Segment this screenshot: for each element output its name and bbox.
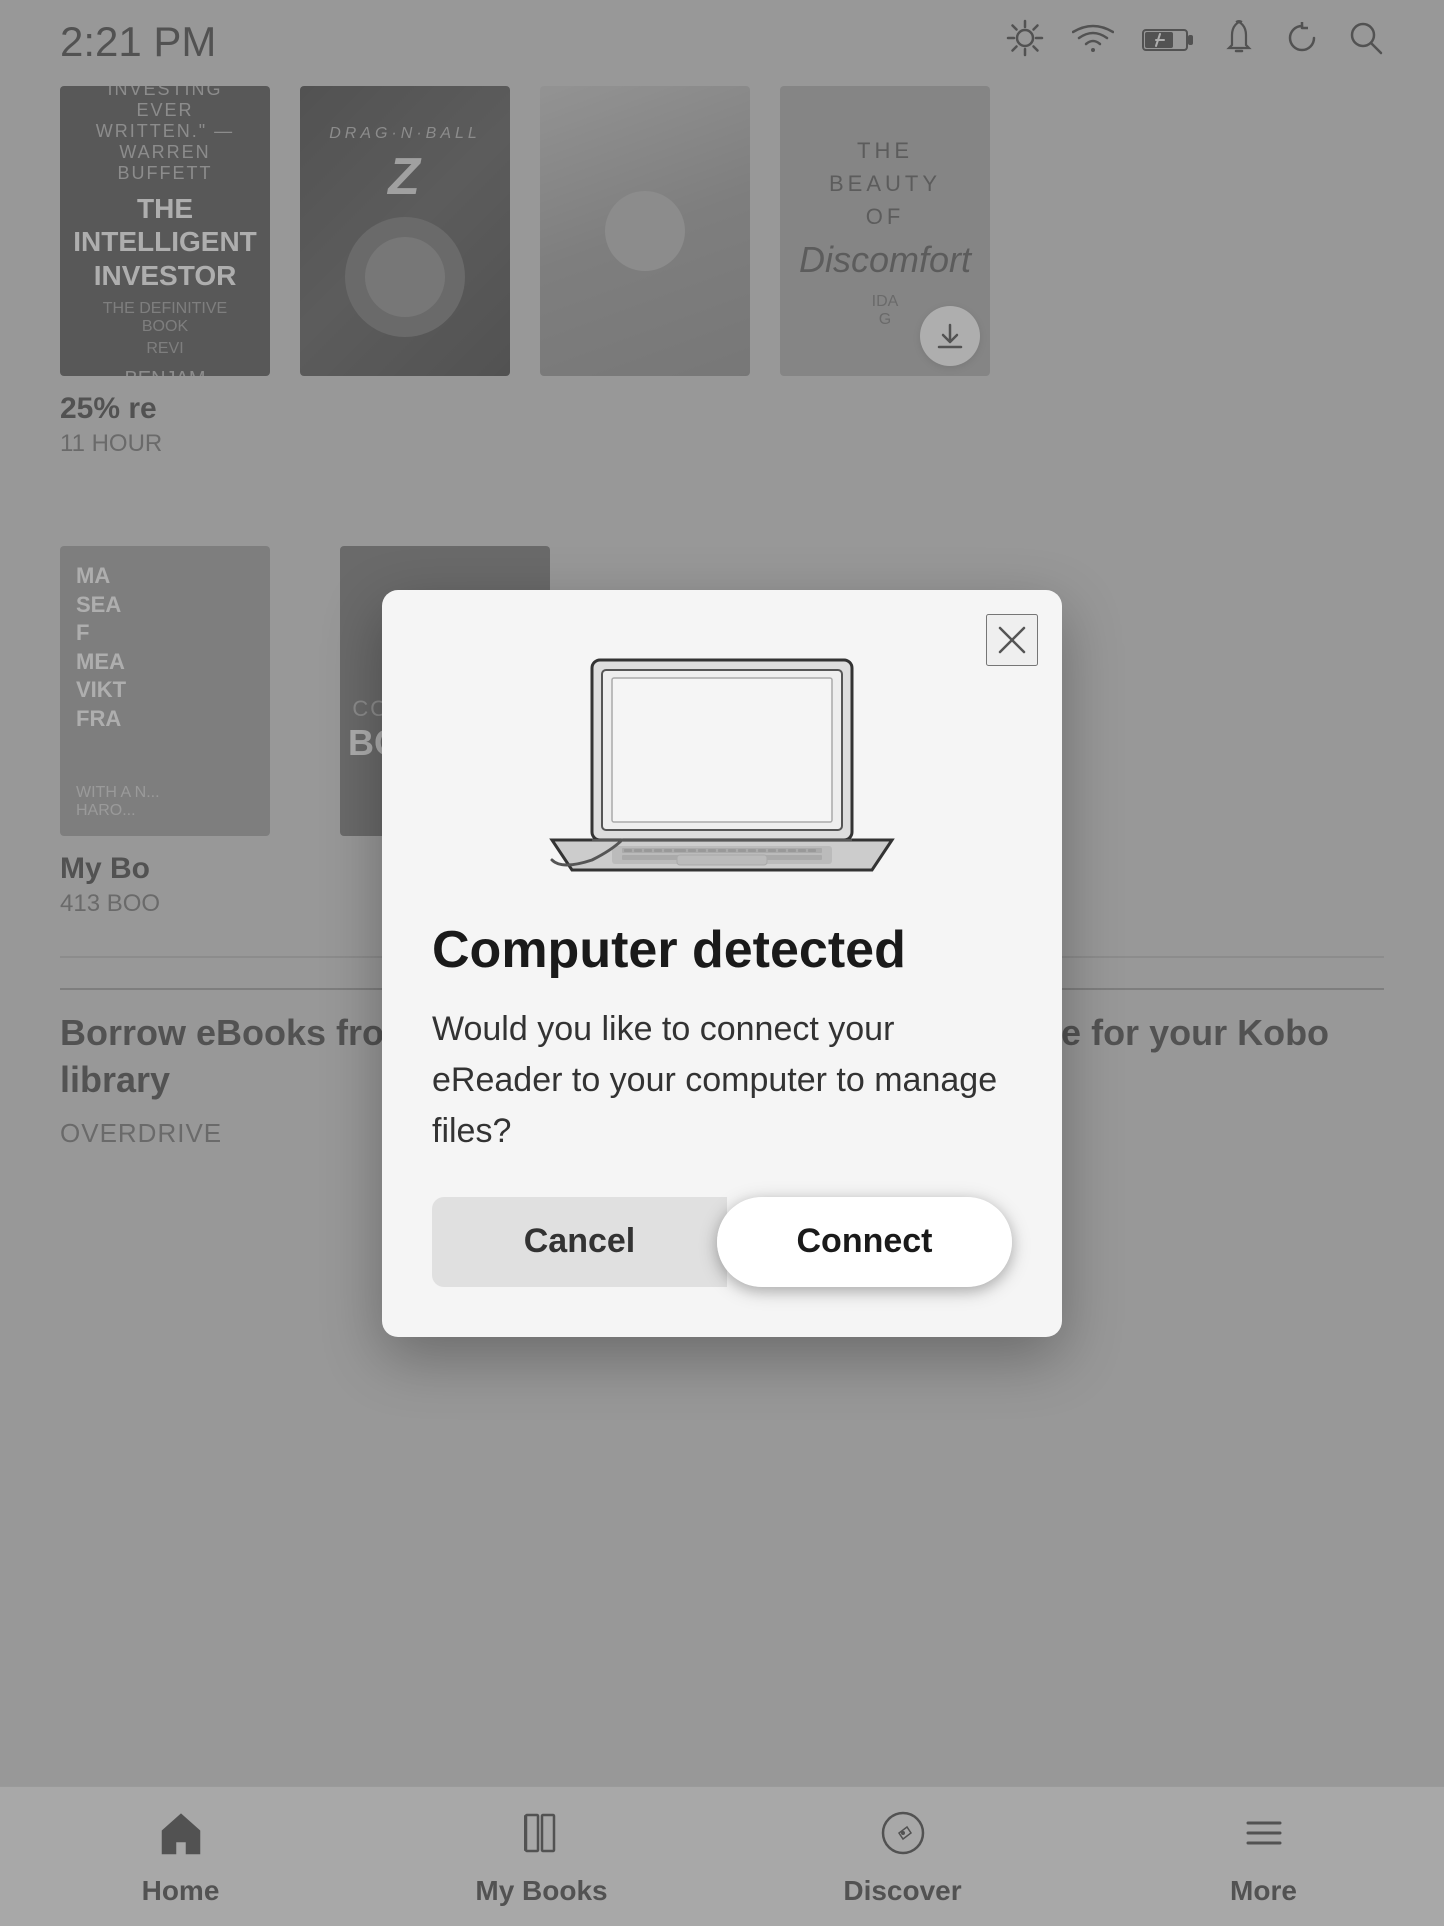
- dialog-close-button[interactable]: [986, 614, 1038, 666]
- dialog-title: Computer detected: [432, 920, 1012, 980]
- dialog-body: Would you like to connect your eReader t…: [432, 1004, 1012, 1157]
- cancel-button[interactable]: Cancel: [432, 1197, 727, 1287]
- laptop-illustration: [432, 640, 1012, 880]
- connect-button-wrapper: Connect: [717, 1197, 1012, 1287]
- computer-detected-dialog: Computer detected Would you like to conn…: [382, 590, 1062, 1337]
- modal-overlay: Computer detected Would you like to conn…: [0, 0, 1444, 1926]
- connect-button[interactable]: Connect: [717, 1197, 1012, 1287]
- dialog-buttons: Cancel Connect: [432, 1197, 1012, 1287]
